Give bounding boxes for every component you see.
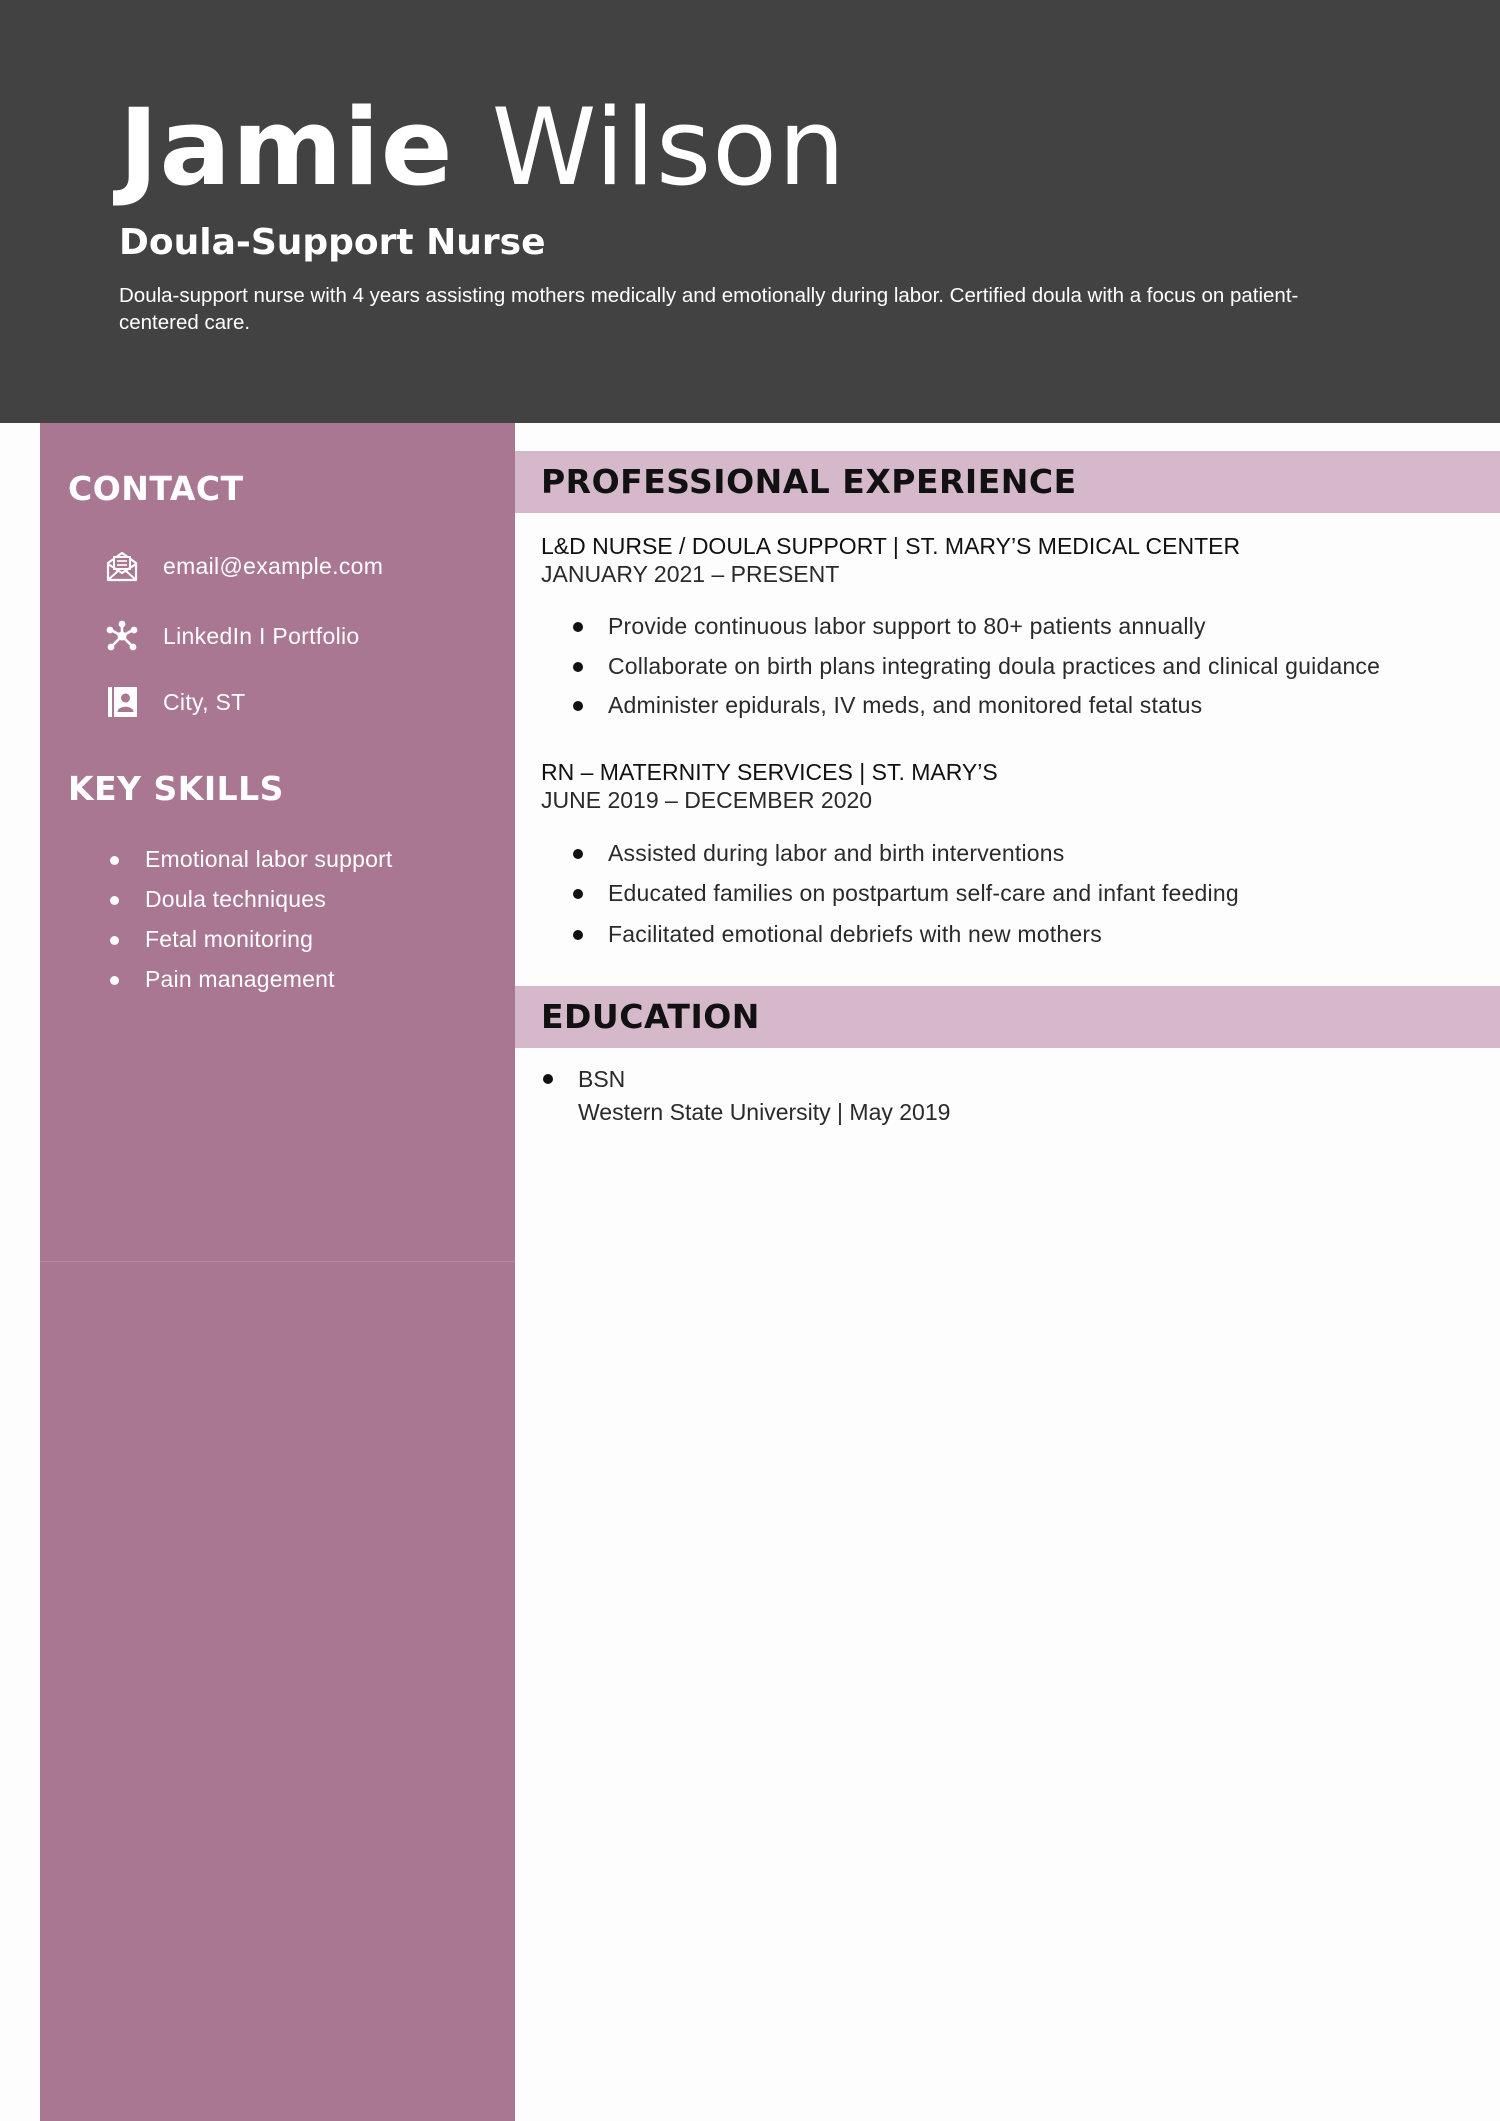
key-skills-heading: KEY SKILLS [68, 769, 284, 808]
bullet-text: Assisted during labor and birth interven… [608, 840, 1065, 866]
bullet-icon [543, 1074, 553, 1084]
experience-heading: PROFESSIONAL EXPERIENCE [541, 462, 1077, 501]
bullet-icon [110, 896, 119, 905]
sidebar: CONTACT email@example.com LinkedIn I Por… [40, 423, 515, 2121]
bullet-text: Provide continuous labor support to 80+ … [608, 613, 1206, 639]
skill-text: Fetal monitoring [145, 926, 314, 952]
bullet-icon [573, 662, 583, 672]
job-1-dates: JANUARY 2021 – PRESENT [541, 561, 840, 587]
first-name: Jamie [119, 86, 454, 209]
job-title: Doula-Support Nurse [119, 222, 546, 263]
last-name: Wilson [491, 86, 847, 209]
education-school: Western State University | May 2019 [578, 1099, 951, 1125]
resume-header: Jamie Wilson Doula-Support Nurse Doula-s… [0, 0, 1500, 423]
bullet-text: Collaborate on birth plans integrating d… [608, 653, 1381, 679]
bullet-icon [573, 701, 583, 711]
bullet-text: Facilitated emotional debriefs with new … [608, 921, 1102, 947]
envelope-icon [106, 551, 138, 582]
professional-summary: Doula-support nurse with 4 years assisti… [119, 284, 1299, 334]
bullet-text: Educated families on postpartum self-car… [608, 880, 1239, 906]
education-section-header: EDUCATION [515, 986, 1500, 1048]
contact-location: City, ST [105, 682, 245, 722]
job-2-title: RN – MATERNITY SERVICES | ST. MARY’S [541, 759, 998, 785]
bullet-icon [110, 856, 119, 865]
skill-text: Emotional labor support [145, 846, 393, 872]
bullet-icon [573, 930, 583, 940]
candidate-name: Jamie Wilson [119, 78, 846, 218]
contact-links[interactable]: LinkedIn I Portfolio [105, 616, 360, 656]
network-icon [106, 620, 138, 651]
contact-email[interactable]: email@example.com [105, 546, 383, 586]
address-book-icon [108, 687, 137, 717]
bullet-icon [573, 622, 583, 632]
contact-heading: CONTACT [68, 469, 244, 508]
experience-section-header: PROFESSIONAL EXPERIENCE [515, 451, 1500, 513]
links-text: LinkedIn I Portfolio [163, 622, 360, 649]
bullet-icon [110, 936, 119, 945]
location-text: City, ST [163, 688, 246, 715]
education-heading: EDUCATION [541, 997, 760, 1036]
skill-text: Doula techniques [145, 886, 326, 912]
bullet-text: Administer epidurals, IV meds, and monit… [608, 692, 1203, 718]
bullet-icon [573, 889, 583, 899]
main-content: PROFESSIONAL EXPERIENCE L&D NURSE / DOUL… [515, 423, 1500, 2121]
skill-text: Pain management [145, 966, 335, 992]
bullet-icon [110, 976, 119, 985]
job-2-dates: JUNE 2019 – DECEMBER 2020 [541, 787, 873, 813]
email-text: email@example.com [163, 552, 384, 579]
job-1-title: L&D NURSE / DOULA SUPPORT | ST. MARY’S M… [541, 533, 1241, 559]
education-degree: BSN [578, 1066, 626, 1092]
bullet-icon [573, 849, 583, 859]
sidebar-divider [40, 1261, 515, 1262]
